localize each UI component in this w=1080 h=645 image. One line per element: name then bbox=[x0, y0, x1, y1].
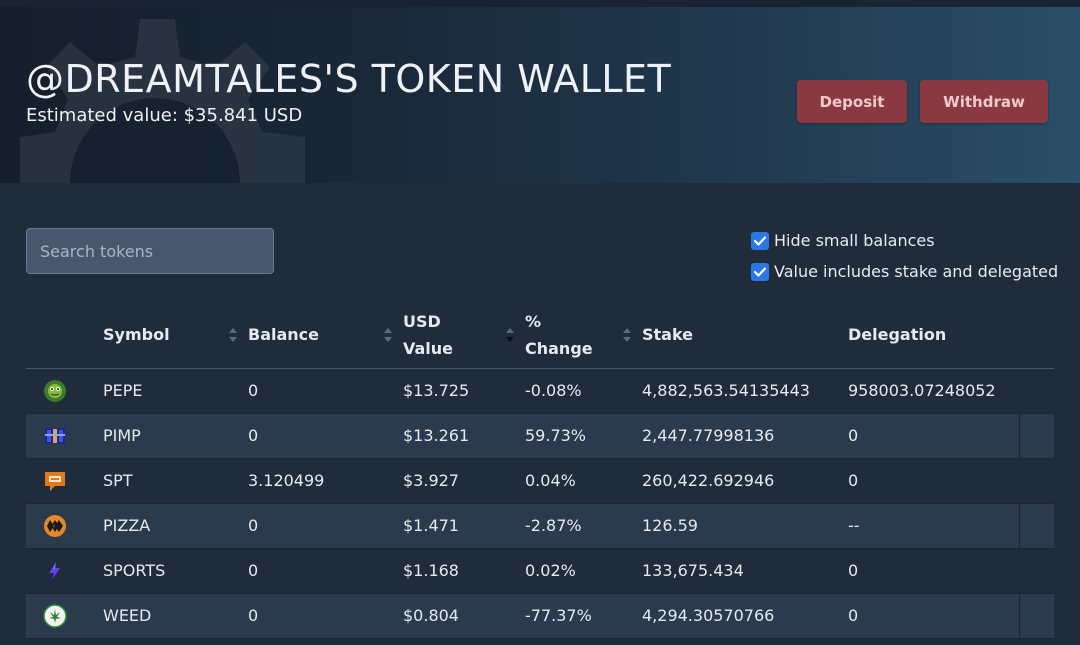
token-balance: 0 bbox=[248, 413, 403, 459]
weed-leaf-icon bbox=[43, 603, 67, 628]
delegation-header-label: Delegation bbox=[848, 325, 947, 345]
estimated-value: Estimated value: $35.841 USD bbox=[26, 105, 303, 126]
token-stake: 133,675.434 bbox=[642, 548, 848, 594]
token-delegation: 958003.07248052 bbox=[848, 368, 1019, 414]
token-usd-value: $0.804 bbox=[403, 593, 525, 639]
page-title: @DREAMTALES'S TOKEN WALLET bbox=[26, 57, 672, 101]
spt-chat-icon bbox=[45, 471, 65, 491]
token-change: -77.37% bbox=[525, 593, 642, 639]
token-balance: 3.120499 bbox=[248, 458, 403, 504]
token-usd-value: $3.927 bbox=[403, 458, 525, 504]
token-delegation: 0 bbox=[848, 458, 1019, 504]
token-symbol[interactable]: SPORTS bbox=[103, 548, 248, 594]
token-icon-cell bbox=[26, 458, 103, 504]
symbol-column-header[interactable]: Symbol bbox=[103, 302, 248, 369]
token-balance: 0 bbox=[248, 548, 403, 594]
symbol-header-label: Symbol bbox=[103, 325, 170, 345]
token-icon-cell bbox=[26, 413, 103, 459]
top-strip bbox=[0, 0, 1080, 7]
stake-column-header: Stake bbox=[642, 302, 848, 369]
token-stake: 260,422.692946 bbox=[642, 458, 848, 504]
stake-header-label: Stake bbox=[642, 325, 694, 345]
withdraw-button[interactable]: Withdraw bbox=[920, 80, 1048, 123]
token-usd-value: $13.261 bbox=[403, 413, 525, 459]
token-balance: 0 bbox=[248, 368, 403, 414]
token-symbol[interactable]: PEPE bbox=[103, 368, 248, 414]
sort-icon[interactable] bbox=[383, 327, 393, 343]
token-extra bbox=[1019, 458, 1054, 504]
balance-column-header[interactable]: Balance bbox=[248, 302, 403, 369]
wallet-header-banner: @DREAMTALES'S TOKEN WALLET Estimated val… bbox=[0, 7, 1080, 183]
token-usd-value: $1.168 bbox=[403, 548, 525, 594]
token-stake: 126.59 bbox=[642, 503, 848, 549]
table-row[interactable]: PIMP 0 $13.261 59.73% 2,447.77998136 0 bbox=[26, 413, 1054, 459]
checkbox-checked-icon[interactable] bbox=[751, 231, 769, 250]
change-column-header[interactable]: % Change bbox=[525, 302, 642, 369]
sort-descending-icon[interactable] bbox=[505, 327, 515, 343]
deposit-button[interactable]: Deposit bbox=[797, 80, 907, 123]
pimp-icon bbox=[45, 427, 65, 444]
token-delegation: -- bbox=[848, 503, 1020, 549]
token-stake: 4,882,563.54135443 bbox=[642, 368, 848, 414]
token-balance: 0 bbox=[248, 593, 403, 639]
sort-icon[interactable] bbox=[228, 327, 238, 343]
usd-value-column-header[interactable]: USD Value bbox=[403, 302, 525, 369]
search-input[interactable] bbox=[26, 228, 274, 274]
token-symbol[interactable]: SPT bbox=[103, 458, 248, 504]
token-delegation: 0 bbox=[848, 413, 1020, 459]
sports-bolt-icon bbox=[49, 561, 60, 580]
checkbox-checked-icon[interactable] bbox=[751, 262, 769, 281]
pizza-hive-icon bbox=[44, 514, 66, 537]
token-extra bbox=[1019, 368, 1054, 414]
token-extra bbox=[1019, 503, 1054, 549]
hide-small-balances-toggle[interactable]: Hide small balances bbox=[751, 231, 935, 250]
delegation-column-header: Delegation bbox=[848, 302, 1019, 369]
token-extra bbox=[1019, 413, 1054, 459]
token-change: -0.08% bbox=[525, 368, 642, 414]
table-row[interactable]: SPORTS 0 $1.168 0.02% 133,675.434 0 bbox=[26, 548, 1054, 594]
pepe-frog-icon bbox=[44, 379, 66, 402]
token-icon-cell bbox=[26, 368, 103, 414]
token-usd-value: $13.725 bbox=[403, 368, 525, 414]
token-symbol[interactable]: WEED bbox=[103, 593, 248, 639]
token-balance: 0 bbox=[248, 503, 403, 549]
token-change: 0.04% bbox=[525, 458, 642, 504]
token-symbol[interactable]: PIMP bbox=[103, 413, 248, 459]
sort-icon[interactable] bbox=[622, 327, 632, 343]
icon-column-header bbox=[26, 302, 103, 369]
token-change: 59.73% bbox=[525, 413, 642, 459]
table-header-row: Symbol Balance USD Value % Change Stake bbox=[26, 302, 1054, 369]
extra-column-header bbox=[1019, 302, 1054, 369]
table-row[interactable]: SPT 3.120499 $3.927 0.04% 260,422.692946… bbox=[26, 458, 1054, 504]
table-row[interactable]: PEPE 0 $13.725 -0.08% 4,882,563.54135443… bbox=[26, 368, 1054, 414]
token-extra bbox=[1019, 548, 1054, 594]
token-change: -2.87% bbox=[525, 503, 642, 549]
token-delegation: 0 bbox=[848, 593, 1020, 639]
table-row[interactable]: PIZZA 0 $1.471 -2.87% 126.59 -- bbox=[26, 503, 1054, 549]
token-symbol[interactable]: PIZZA bbox=[103, 503, 248, 549]
token-stake: 2,447.77998136 bbox=[642, 413, 848, 459]
token-change: 0.02% bbox=[525, 548, 642, 594]
hide-small-balances-label: Hide small balances bbox=[774, 231, 935, 250]
table-row[interactable]: WEED 0 $0.804 -77.37% 4,294.30570766 0 bbox=[26, 593, 1054, 639]
balance-header-label: Balance bbox=[248, 325, 319, 345]
token-icon-cell bbox=[26, 548, 103, 594]
token-delegation: 0 bbox=[848, 548, 1019, 594]
token-stake: 4,294.30570766 bbox=[642, 593, 848, 639]
token-table: Symbol Balance USD Value % Change Stake bbox=[26, 302, 1054, 639]
token-icon-cell bbox=[26, 503, 103, 549]
include-stake-toggle[interactable]: Value includes stake and delegated bbox=[751, 262, 1058, 281]
token-usd-value: $1.471 bbox=[403, 503, 525, 549]
include-stake-label: Value includes stake and delegated bbox=[774, 262, 1059, 281]
token-extra bbox=[1019, 593, 1054, 639]
token-icon-cell bbox=[26, 593, 103, 639]
